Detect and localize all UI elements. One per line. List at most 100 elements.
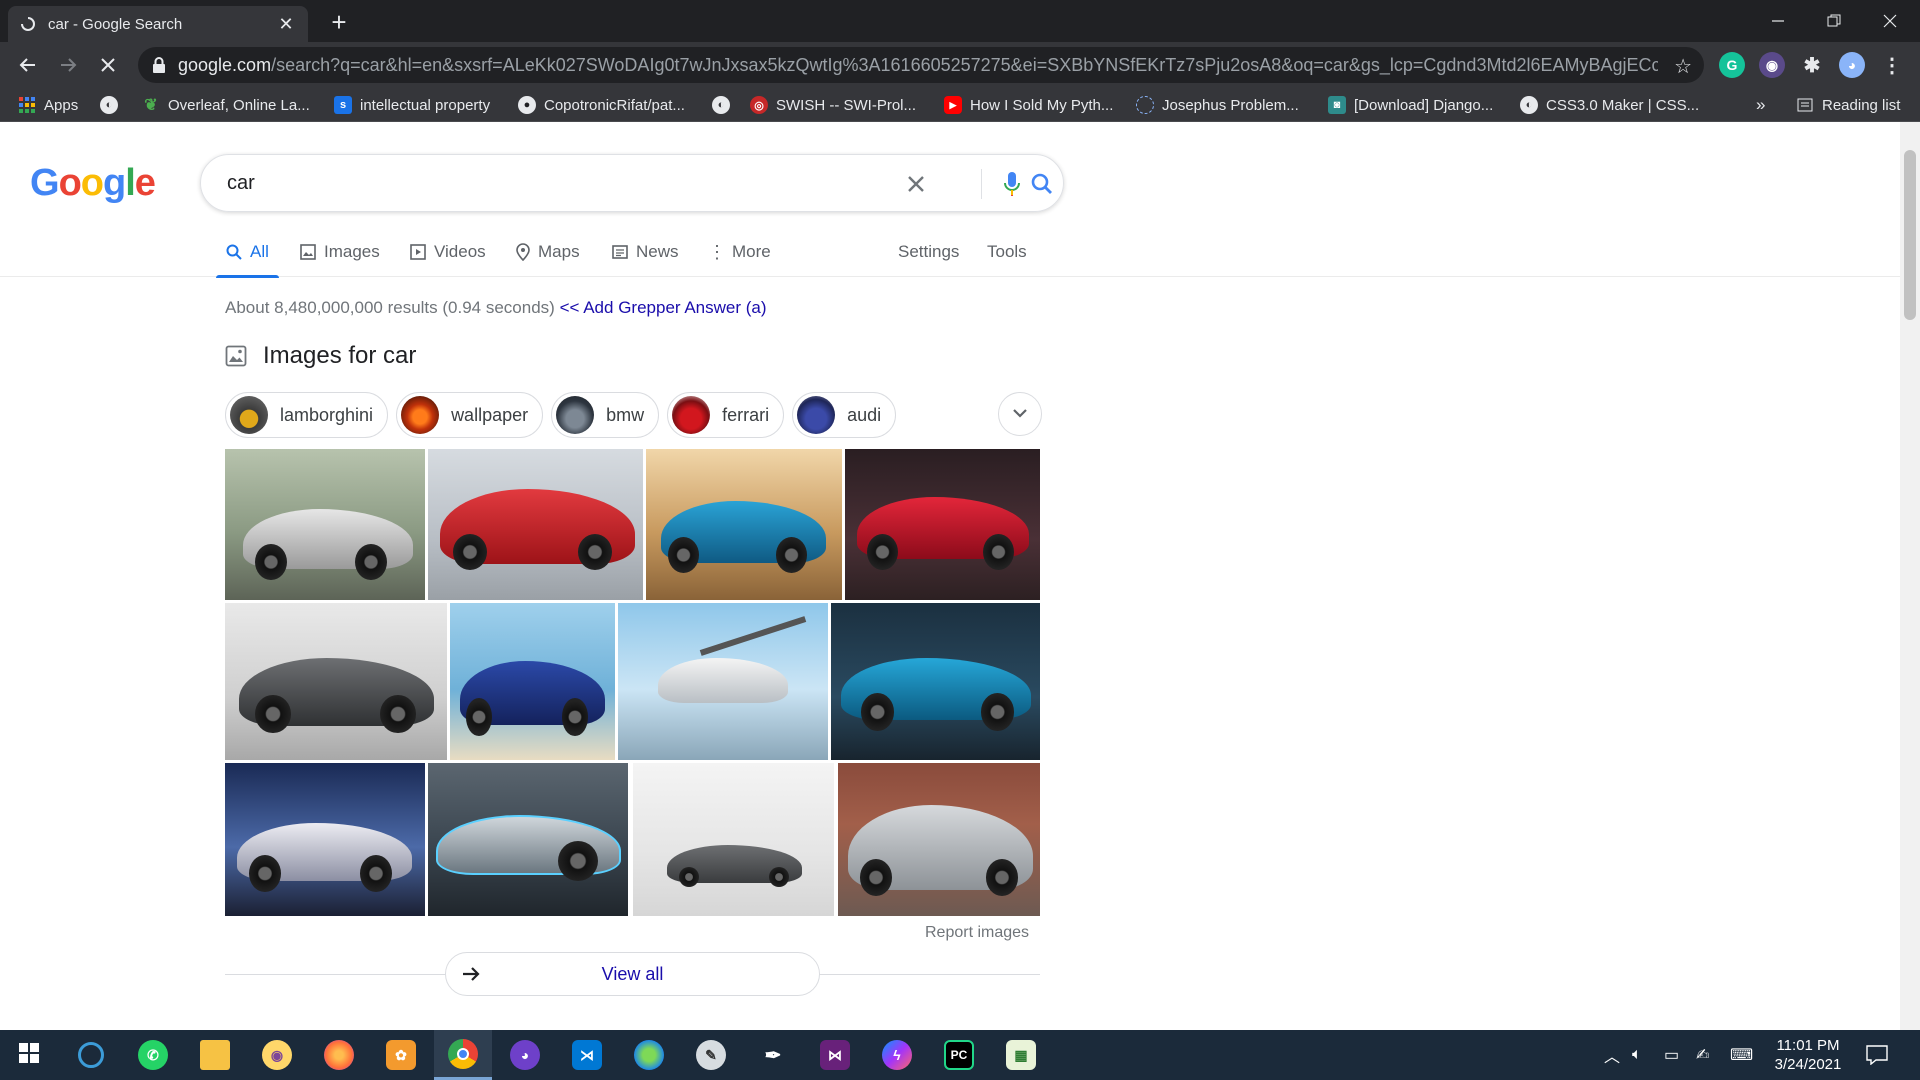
close-tab-icon[interactable]: ✕ xyxy=(276,14,296,34)
image-result[interactable] xyxy=(225,763,425,916)
google-logo[interactable]: Google xyxy=(30,162,156,205)
bookmarks-overflow-button[interactable]: » xyxy=(1756,93,1765,117)
more-vert-icon: ⋮ xyxy=(708,241,726,262)
tab-all[interactable]: All xyxy=(216,227,279,278)
settings-link[interactable]: Settings xyxy=(898,227,959,277)
taskbar-messenger[interactable]: ϟ xyxy=(868,1030,926,1080)
image-result[interactable] xyxy=(450,603,615,760)
chip-bmw[interactable]: bmw xyxy=(551,392,660,438)
bookmark-github[interactable]: ● CopotronicRifat/pat... xyxy=(518,93,685,117)
bookmark-django[interactable]: ◙ [Download] Django... xyxy=(1328,93,1493,117)
microphone-icon[interactable] xyxy=(997,169,1027,199)
show-hidden-icons-button[interactable]: ︿ xyxy=(1604,1030,1620,1080)
bookmark-apps[interactable]: Apps xyxy=(18,93,78,117)
bookmark-globe[interactable]: ◐ xyxy=(100,93,126,117)
inkscape-icon: ✒ xyxy=(764,1044,782,1067)
taskbar-whatsapp[interactable]: ✆ xyxy=(124,1030,182,1080)
taskbar-spreadsheet[interactable]: ▦ xyxy=(992,1030,1050,1080)
address-bar[interactable]: google.com/search?q=car&hl=en&sxsrf=ALeK… xyxy=(138,47,1704,83)
clear-search-icon[interactable] xyxy=(901,169,931,199)
start-button[interactable] xyxy=(0,1030,58,1080)
view-all-button[interactable]: View all xyxy=(445,952,820,996)
close-window-icon[interactable] xyxy=(1862,0,1918,42)
chip-lamborghini[interactable]: lamborghini xyxy=(225,392,389,438)
tab-maps[interactable]: Maps xyxy=(516,227,580,277)
tab-more[interactable]: ⋮ More xyxy=(708,227,771,277)
tab-label: Images xyxy=(324,242,380,261)
reading-list-button[interactable]: Reading list xyxy=(1796,93,1900,117)
logo-letter: o xyxy=(80,162,104,204)
bookmark-josephus[interactable]: Josephus Problem... xyxy=(1136,93,1299,117)
report-images-link[interactable]: Report images xyxy=(925,924,1029,942)
bookmark-youtube[interactable]: ▶ How I Sold My Pyth... xyxy=(944,93,1113,117)
restore-window-icon[interactable] xyxy=(1806,0,1862,42)
search-icon[interactable] xyxy=(1027,169,1057,199)
tab-videos[interactable]: Videos xyxy=(410,227,486,277)
forward-arrow-icon[interactable] xyxy=(52,49,84,81)
reading-list-icon xyxy=(1796,96,1814,114)
scrollbar-thumb[interactable] xyxy=(1904,150,1916,320)
menu-kebab-icon[interactable]: ⋮ xyxy=(1879,52,1905,78)
taskbar-app[interactable]: ✿ xyxy=(372,1030,430,1080)
notifications-icon[interactable] xyxy=(1866,1030,1888,1080)
taskbar-globe-app[interactable] xyxy=(620,1030,678,1080)
image-result[interactable] xyxy=(225,449,425,600)
messenger-icon: ϟ xyxy=(882,1040,912,1070)
bookmark-css-maker[interactable]: ◐ CSS3.0 Maker | CSS... xyxy=(1520,93,1699,117)
keyboard-icon[interactable]: ⌨︎ xyxy=(1730,1030,1753,1080)
grepper-link[interactable]: << Add Grepper Answer (a) xyxy=(560,298,767,317)
taskbar-github-desktop[interactable]: ◕ xyxy=(496,1030,554,1080)
bookmark-globe-2[interactable]: ◐ xyxy=(712,93,738,117)
image-result[interactable] xyxy=(845,449,1040,600)
system-clock[interactable]: 11:01 PM 3/24/2021 xyxy=(1766,1036,1850,1074)
network-icon[interactable]: ▭ xyxy=(1664,1030,1679,1080)
taskbar-paint[interactable]: ✎ xyxy=(682,1030,740,1080)
profile-avatar[interactable]: ◕ xyxy=(1839,52,1865,78)
bookmark-intellectual-property[interactable]: s intellectual property xyxy=(334,93,490,117)
extension-icon[interactable]: ◉ xyxy=(1759,52,1785,78)
back-arrow-icon[interactable] xyxy=(12,49,44,81)
chip-wallpaper[interactable]: wallpaper xyxy=(396,392,544,438)
chip-audi[interactable]: audi xyxy=(792,392,897,438)
image-result[interactable] xyxy=(633,763,834,916)
tools-link[interactable]: Tools xyxy=(987,227,1027,277)
grammarly-icon[interactable]: G xyxy=(1719,52,1745,78)
image-result[interactable] xyxy=(428,449,643,600)
image-result[interactable] xyxy=(618,603,828,760)
pen-icon[interactable]: ✍︎ xyxy=(1696,1030,1709,1080)
taskbar-vscode[interactable]: ⋊ xyxy=(558,1030,616,1080)
cortana-button[interactable] xyxy=(62,1030,120,1080)
bookmark-overleaf[interactable]: ❦ Overleaf, Online La... xyxy=(142,93,309,117)
image-result[interactable] xyxy=(831,603,1040,760)
puzzle-extensions-icon[interactable]: ✱ xyxy=(1799,52,1825,78)
taskbar-file-explorer[interactable] xyxy=(186,1030,244,1080)
taskbar-pycharm[interactable]: PC xyxy=(930,1030,988,1080)
expand-chips-button[interactable] xyxy=(998,392,1042,436)
chip-ferrari[interactable]: ferrari xyxy=(667,392,785,438)
volume-icon[interactable]: 🔈︎ xyxy=(1632,1030,1642,1080)
images-section-heading[interactable]: Images for car xyxy=(225,342,416,370)
image-result[interactable] xyxy=(838,763,1040,916)
taskbar-tor[interactable]: ◉ xyxy=(248,1030,306,1080)
minimize-window-icon[interactable] xyxy=(1750,0,1806,42)
new-tab-button[interactable]: + xyxy=(325,8,353,36)
vscode-icon: ⋊ xyxy=(572,1040,602,1070)
tab-images[interactable]: Images xyxy=(300,227,380,277)
bookmark-swish[interactable]: ◎ SWISH -- SWI-Prol... xyxy=(750,93,916,117)
stop-loading-icon[interactable] xyxy=(92,49,124,81)
lock-icon[interactable] xyxy=(152,57,166,73)
tab-news[interactable]: News xyxy=(612,227,679,277)
taskbar-firefox[interactable] xyxy=(310,1030,368,1080)
youtube-icon: ▶ xyxy=(944,96,962,114)
browser-tab[interactable]: car - Google Search ✕ xyxy=(8,6,308,42)
image-result[interactable] xyxy=(428,763,628,916)
image-result[interactable] xyxy=(646,449,842,600)
page-scrollbar[interactable] xyxy=(1900,122,1920,1030)
image-result[interactable] xyxy=(225,603,447,760)
image-icon xyxy=(300,244,316,260)
taskbar-inkscape[interactable]: ✒ xyxy=(744,1030,802,1080)
taskbar-visual-studio[interactable]: ⋈ xyxy=(806,1030,864,1080)
taskbar-chrome[interactable] xyxy=(434,1030,492,1080)
bookmark-star-icon[interactable]: ☆ xyxy=(1674,54,1692,79)
search-input[interactable] xyxy=(227,171,867,195)
